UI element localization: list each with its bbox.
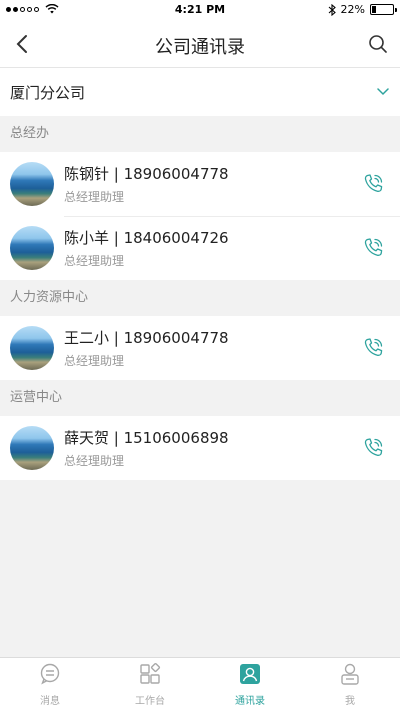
contact-role: 总经理助理: [64, 454, 125, 468]
contact-name-phone: 陈小羊 | 18406004726: [64, 229, 229, 247]
avatar: [10, 162, 54, 206]
call-button[interactable]: [358, 433, 388, 463]
navigation-bar: 公司通讯录: [0, 20, 400, 68]
tab-label: 通讯录: [235, 696, 265, 707]
tab-label: 消息: [40, 696, 60, 707]
section-header: 人力资源中心: [0, 280, 400, 316]
search-button[interactable]: [364, 30, 392, 58]
contact-info: 王二小 | 18906004778 总经理助理: [64, 327, 358, 369]
call-button[interactable]: [358, 233, 388, 263]
contact-info: 薛天贺 | 15106006898 总经理助理: [64, 427, 358, 469]
contact-name-phone: 陈钢针 | 18906004778: [64, 165, 229, 183]
avatar: [10, 326, 54, 370]
workbench-icon: [138, 662, 162, 690]
tab-workbench[interactable]: 工作台: [100, 658, 200, 711]
profile-icon: [338, 662, 362, 690]
contact-row[interactable]: 王二小 | 18906004778 总经理助理: [0, 316, 400, 380]
battery-percent: 22%: [340, 3, 365, 16]
section-header: 总经办: [0, 116, 400, 152]
battery-icon: [370, 4, 397, 15]
avatar: [10, 426, 54, 470]
contact-row[interactable]: 陈钢针 | 18906004778 总经理助理: [0, 152, 400, 216]
contact-info: 陈钢针 | 18906004778 总经理助理: [64, 163, 358, 205]
contact-role: 总经理助理: [64, 254, 125, 268]
call-button[interactable]: [358, 333, 388, 363]
page-title: 公司通讯录: [155, 37, 245, 58]
contact-role: 总经理助理: [64, 354, 125, 368]
bluetooth-icon: [328, 3, 336, 16]
contact-name-phone: 薛天贺 | 15106006898: [64, 429, 229, 447]
company-name: 厦门分公司: [10, 83, 86, 102]
call-button[interactable]: [358, 169, 388, 199]
tab-message[interactable]: 消息: [0, 658, 100, 711]
phone-icon: [364, 438, 383, 456]
tab-label: 工作台: [135, 696, 165, 707]
contact-info: 陈小羊 | 18406004726 总经理助理: [64, 227, 358, 269]
tab-label: 我: [345, 696, 355, 707]
contact-row[interactable]: 陈小羊 | 18406004726 总经理助理: [0, 216, 400, 280]
contact-row[interactable]: 薛天贺 | 15106006898 总经理助理: [0, 416, 400, 480]
phone-icon: [364, 174, 383, 192]
status-bar: 4:21 PM 22%: [0, 0, 400, 20]
message-icon: [38, 662, 62, 690]
contact-role: 总经理助理: [64, 190, 125, 204]
battery-level: [372, 6, 377, 13]
phone-icon: [364, 238, 383, 256]
contact-name-phone: 王二小 | 18906004778: [64, 329, 229, 347]
search-icon: [369, 35, 387, 53]
contact-list: 总经办 陈钢针 | 18906004778 总经理助理 陈小羊 | 184060…: [0, 116, 400, 480]
section-header: 运营中心: [0, 380, 400, 416]
status-right: 22%: [328, 3, 397, 16]
contacts-icon: [238, 662, 262, 690]
avatar: [10, 226, 54, 270]
tab-profile[interactable]: 我: [300, 658, 400, 711]
tab-bar: 消息 工作台 通讯录 我: [0, 657, 400, 711]
tab-contacts[interactable]: 通讯录: [200, 658, 300, 711]
company-selector[interactable]: 厦门分公司: [0, 68, 400, 116]
chevron-down-icon: [377, 88, 389, 96]
phone-icon: [364, 338, 383, 356]
